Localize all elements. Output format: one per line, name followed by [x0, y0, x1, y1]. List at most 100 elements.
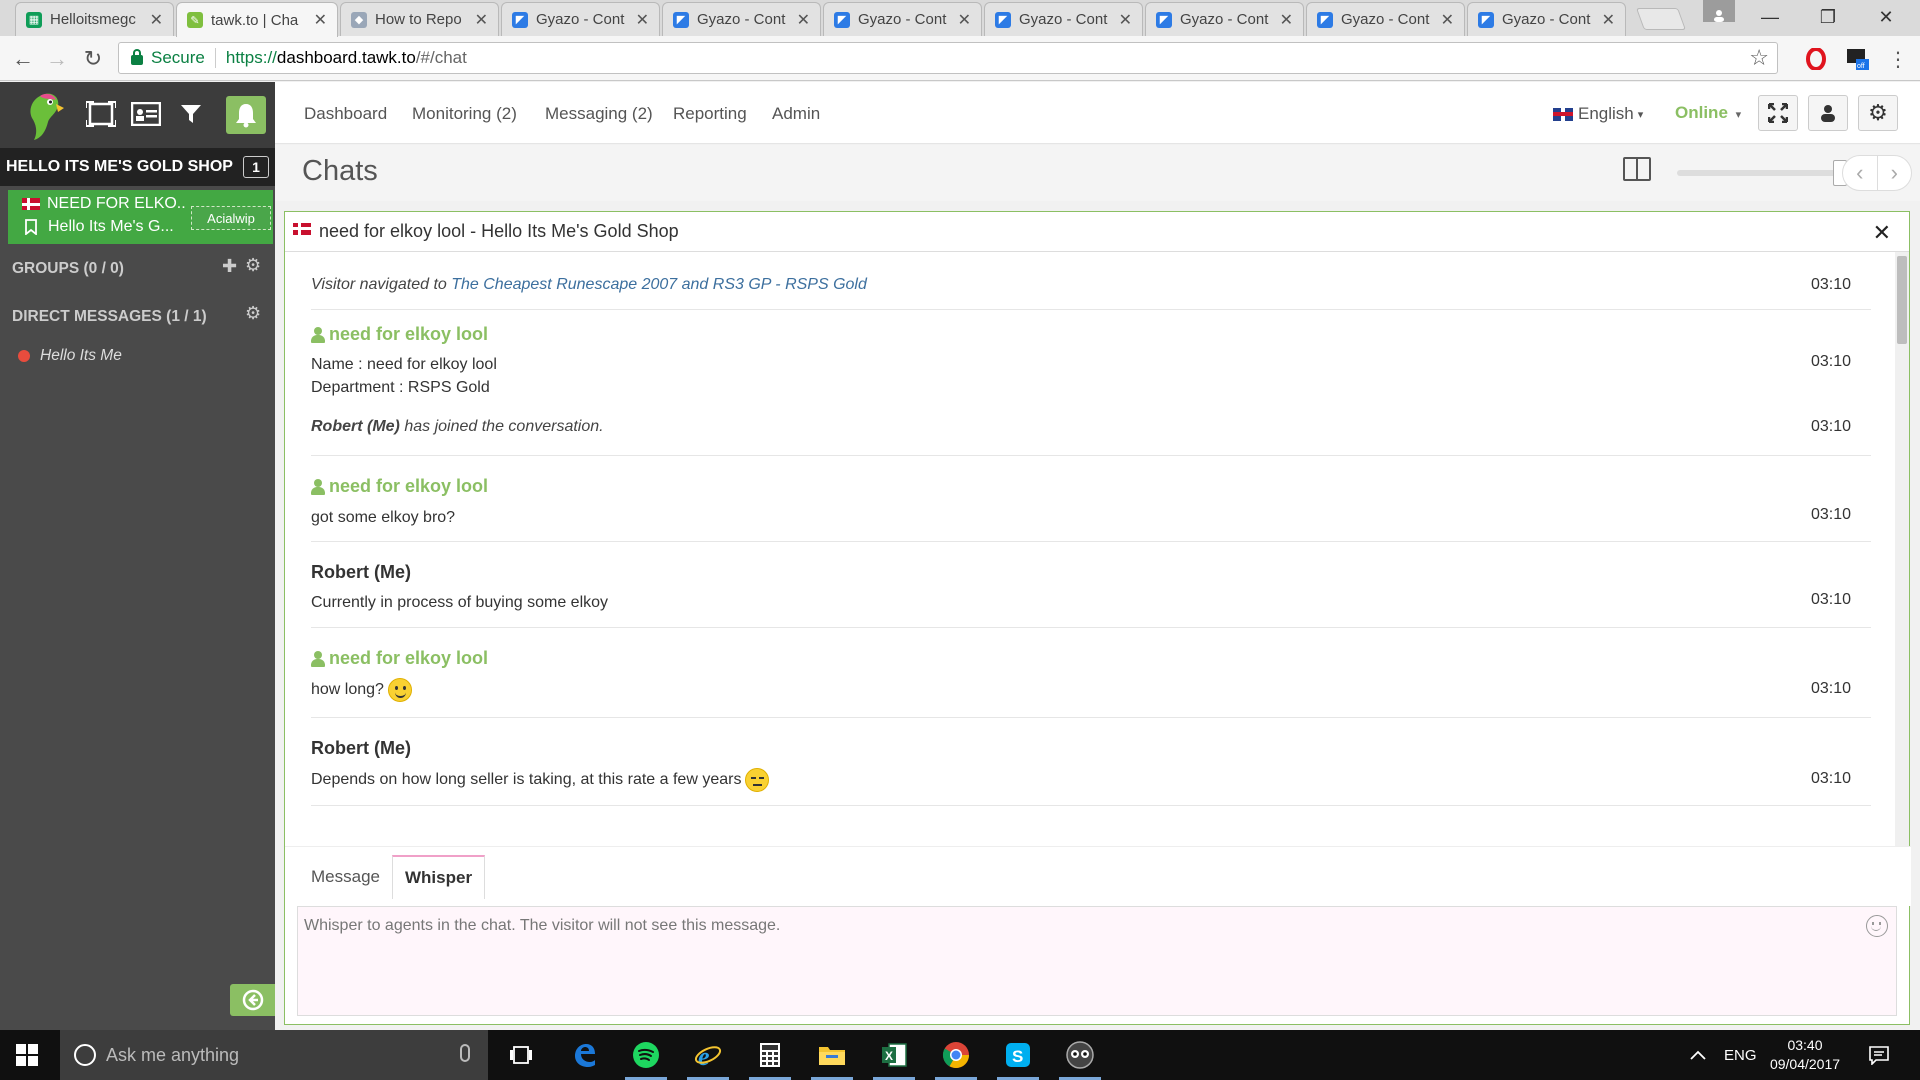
add-group-icon[interactable]: ✚ [222, 256, 237, 277]
denmark-flag-icon [293, 222, 311, 235]
message-text: got some elkoy bro? [311, 509, 456, 526]
star-icon[interactable]: ☆ [1749, 45, 1769, 71]
profile-button[interactable] [1703, 0, 1735, 22]
message-text: Depends on how long seller is taking, at… [311, 768, 770, 792]
internet-explorer-icon[interactable]: e [681, 1030, 735, 1080]
edge-icon[interactable] [557, 1030, 611, 1080]
browser-tab-active[interactable]: ✎ tawk.to | Cha ✕ [176, 2, 338, 37]
window-icon[interactable] [85, 98, 117, 130]
spotify-icon[interactable] [619, 1030, 673, 1080]
emoji-picker-icon[interactable] [1866, 915, 1888, 937]
collapse-sidebar-button[interactable] [230, 984, 275, 1016]
close-icon[interactable]: ✕ [314, 10, 327, 30]
file-explorer-icon[interactable] [805, 1030, 859, 1080]
nav-messaging[interactable]: Messaging (2) [545, 104, 653, 124]
task-view-icon[interactable] [494, 1030, 548, 1080]
game-client-icon[interactable] [1053, 1030, 1107, 1080]
svg-text:off: off [1857, 63, 1865, 70]
property-name: HELLO ITS ME'S GOLD SHOP [6, 158, 233, 175]
close-icon[interactable]: ✕ [1280, 10, 1293, 30]
message-item: Robert (Me) Currently in process of buyi… [311, 542, 1871, 628]
zoom-slider[interactable] [1677, 170, 1837, 176]
browser-tab[interactable]: ◆ How to Repo ✕ [340, 2, 499, 36]
browser-tab[interactable]: ◤ Gyazo - Cont ✕ [984, 2, 1143, 36]
browser-tab[interactable]: ◤ Gyazo - Cont ✕ [501, 2, 660, 36]
direct-message-user[interactable]: Hello Its Me [18, 347, 122, 365]
start-button[interactable] [16, 1044, 38, 1066]
skype-icon[interactable]: S [991, 1030, 1045, 1080]
close-icon[interactable]: ✕ [1441, 10, 1454, 30]
nav-monitoring[interactable]: Monitoring (2) [412, 104, 517, 124]
restore-button[interactable]: ❐ [1800, 0, 1856, 34]
active-chat-item[interactable]: NEED FOR ELKO.. Hello Its Me's G... Acia… [8, 190, 273, 244]
tab-whisper[interactable]: Whisper [392, 855, 486, 899]
user-icon [311, 650, 325, 667]
close-icon[interactable]: ✕ [1873, 220, 1891, 246]
calculator-icon[interactable] [743, 1030, 797, 1080]
split-view-icon[interactable] [1623, 157, 1651, 181]
excel-icon[interactable]: X [867, 1030, 921, 1080]
tawk-logo[interactable] [20, 88, 70, 142]
settings-button[interactable]: ⚙ [1858, 95, 1898, 131]
tab-label: Gyazo - Cont [858, 11, 947, 28]
gyazo-icon: ◤ [512, 11, 528, 28]
chevron-left-icon[interactable]: ‹ [1843, 156, 1877, 190]
close-icon[interactable]: ✕ [958, 10, 971, 30]
back-button[interactable]: ← [8, 44, 38, 74]
scroll-thumb[interactable] [1897, 256, 1907, 344]
chevron-right-icon[interactable]: › [1876, 156, 1912, 190]
page-link[interactable]: The Cheapest Runescape 2007 and RS3 GP -… [451, 276, 867, 293]
filter-icon[interactable] [175, 98, 207, 130]
status-select[interactable]: Online ▾ [1675, 103, 1741, 123]
show-hidden-icons[interactable] [1690, 1030, 1706, 1080]
property-header[interactable]: HELLO ITS ME'S GOLD SHOP 1 [0, 148, 275, 186]
fullscreen-button[interactable] [1758, 95, 1798, 131]
input-language-indicator[interactable]: ENG [1724, 1030, 1757, 1080]
browser-tab[interactable]: ▦ Helloitsmegc ✕ [15, 2, 174, 36]
system-clock[interactable]: 03:40 09/04/2017 [1760, 1036, 1850, 1074]
close-icon[interactable]: ✕ [1119, 10, 1132, 30]
browser-tab[interactable]: ◤ Gyazo - Cont ✕ [662, 2, 821, 36]
minimize-button[interactable]: — [1742, 0, 1798, 34]
close-icon[interactable]: ✕ [636, 10, 649, 30]
opera-icon[interactable] [1803, 46, 1829, 72]
nav-reporting[interactable]: Reporting [673, 104, 747, 124]
close-icon[interactable]: ✕ [150, 10, 163, 30]
nav-admin[interactable]: Admin [772, 104, 820, 124]
menu-icon[interactable]: ⋮ [1885, 46, 1911, 72]
browser-tab[interactable]: ◤ Gyazo - Cont ✕ [1145, 2, 1304, 36]
nav-dashboard[interactable]: Dashboard [304, 104, 387, 124]
close-window-button[interactable]: ✕ [1858, 0, 1914, 34]
profile-button[interactable] [1808, 95, 1848, 131]
groups-heading[interactable]: GROUPS (0 / 0) [12, 260, 124, 278]
tab-message[interactable]: Message [299, 855, 392, 899]
browser-tab[interactable]: ◤ Gyazo - Cont ✕ [1467, 2, 1626, 36]
gear-icon[interactable]: ⚙ [245, 303, 261, 324]
svg-text:S: S [1012, 1047, 1023, 1066]
whisper-input[interactable] [298, 907, 1896, 1015]
message-scrollbar[interactable] [1895, 252, 1909, 846]
message-time: 03:10 [1810, 418, 1851, 435]
url-field[interactable]: Secure https://dashboard.tawk.to/#/chat … [118, 42, 1778, 74]
notifications-button[interactable] [226, 96, 266, 134]
close-icon[interactable]: ✕ [475, 10, 488, 30]
reload-button[interactable]: ↻ [78, 44, 108, 74]
browser-tab[interactable]: ◤ Gyazo - Cont ✕ [1306, 2, 1465, 36]
action-center-icon[interactable] [1868, 1030, 1890, 1080]
gear-icon[interactable]: ⚙ [245, 255, 261, 276]
extension-icon[interactable]: off [1845, 46, 1871, 72]
browser-tab[interactable]: ◤ Gyazo - Cont ✕ [823, 2, 982, 36]
dm-user-name: Hello Its Me [40, 347, 122, 364]
close-icon[interactable]: ✕ [1602, 10, 1615, 30]
chrome-icon[interactable] [929, 1030, 983, 1080]
forward-button[interactable]: → [42, 44, 72, 74]
tab-label: tawk.to | Cha [211, 11, 299, 29]
tab-label: Gyazo - Cont [1341, 11, 1430, 28]
direct-messages-heading[interactable]: DIRECT MESSAGES (1 / 1) [12, 308, 207, 326]
new-tab-button[interactable] [1635, 8, 1687, 30]
taskbar-search[interactable]: Ask me anything [60, 1030, 488, 1080]
language-select[interactable]: English ▾ [1553, 104, 1643, 124]
close-icon[interactable]: ✕ [797, 10, 810, 30]
microphone-icon[interactable] [460, 1044, 470, 1062]
contact-card-icon[interactable] [130, 98, 162, 130]
